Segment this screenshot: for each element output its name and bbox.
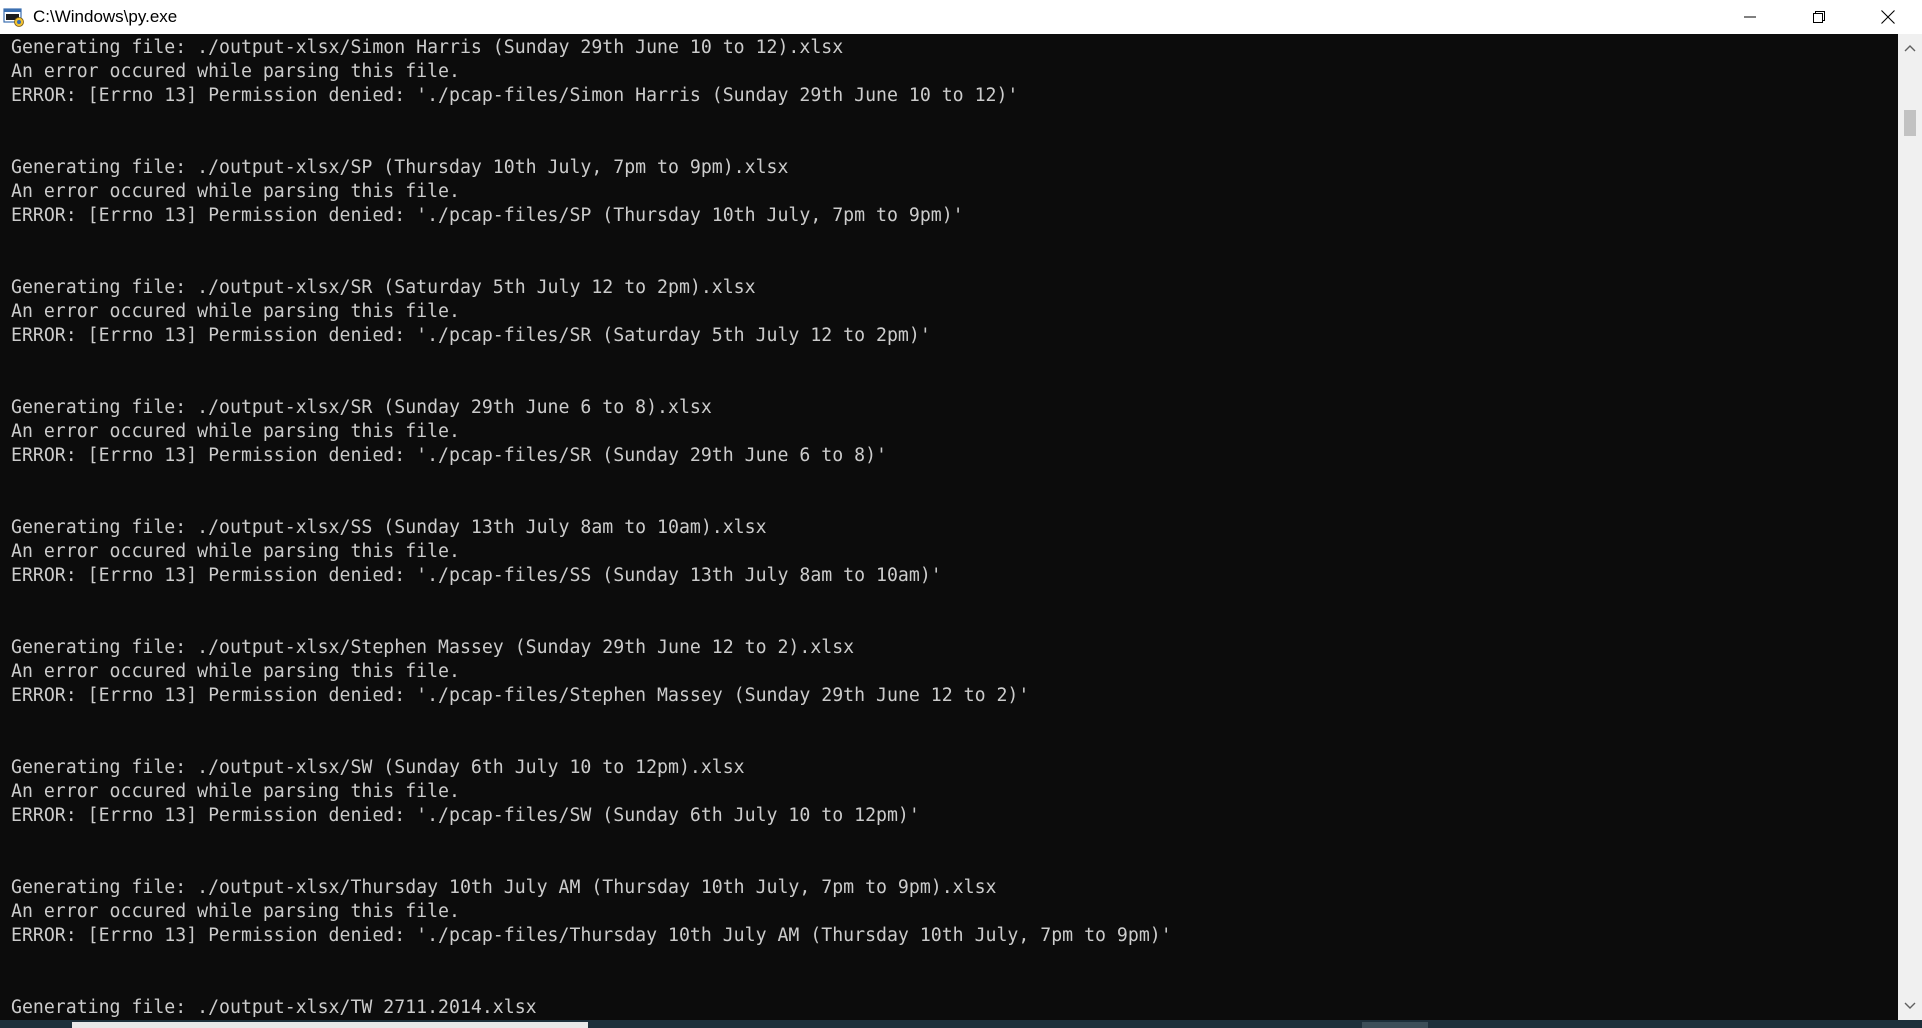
- console-line: Generating file: ./output-xlsx/SW (Sunda…: [11, 757, 745, 778]
- console-line: ERROR: [Errno 13] Permission denied: './…: [11, 85, 1019, 106]
- console-line: ERROR: [Errno 13] Permission denied: './…: [11, 325, 931, 346]
- console-line: Generating file: ./output-xlsx/TW 2711.2…: [11, 997, 537, 1018]
- restore-button[interactable]: [1784, 0, 1853, 34]
- console-line: Generating file: ./output-xlsx/SS (Sunda…: [11, 517, 767, 538]
- horizontal-scrollbar-thumb[interactable]: [72, 1022, 588, 1028]
- console-line: An error occured while parsing this file…: [11, 61, 460, 82]
- title-bar[interactable]: C:\Windows\py.exe: [0, 0, 1922, 34]
- python-console-icon[interactable]: [3, 6, 25, 28]
- scroll-down-arrow-icon: [1904, 1002, 1916, 1009]
- console-line: Generating file: ./output-xlsx/Stephen M…: [11, 637, 855, 658]
- vertical-scrollbar[interactable]: [1898, 34, 1922, 1020]
- scroll-down-button[interactable]: [1898, 994, 1922, 1018]
- scroll-up-arrow-icon: [1904, 45, 1916, 52]
- console-line: ERROR: [Errno 13] Permission denied: './…: [11, 685, 1030, 706]
- console-line: An error occured while parsing this file…: [11, 181, 460, 202]
- window-title: C:\Windows\py.exe: [33, 7, 178, 26]
- horizontal-scrollbar[interactable]: [0, 1020, 1922, 1028]
- minimize-icon: [1743, 16, 1756, 18]
- console-line: An error occured while parsing this file…: [11, 901, 460, 922]
- console-line: Generating file: ./output-xlsx/SR (Sunda…: [11, 397, 712, 418]
- scrollbar-thumb[interactable]: [1904, 110, 1916, 136]
- console-line: ERROR: [Errno 13] Permission denied: './…: [11, 565, 942, 586]
- console-line: Generating file: ./output-xlsx/Simon Har…: [11, 37, 844, 58]
- console-line: An error occured while parsing this file…: [11, 541, 460, 562]
- console-output[interactable]: Generating file: ./output-xlsx/Simon Har…: [0, 34, 1898, 1020]
- scroll-up-button[interactable]: [1898, 36, 1922, 60]
- close-icon: [1880, 10, 1895, 24]
- console-line: An error occured while parsing this file…: [11, 421, 460, 442]
- taskbar-indicator: [1362, 1022, 1428, 1028]
- console-line: ERROR: [Errno 13] Permission denied: './…: [11, 445, 887, 466]
- minimize-button[interactable]: [1715, 0, 1784, 34]
- console-text: Generating file: ./output-xlsx/Simon Har…: [11, 36, 1172, 1020]
- console-line: ERROR: [Errno 13] Permission denied: './…: [11, 805, 920, 826]
- console-line: An error occured while parsing this file…: [11, 661, 460, 682]
- console-line: Generating file: ./output-xlsx/SP (Thurs…: [11, 157, 789, 178]
- console-line: Generating file: ./output-xlsx/Thursday …: [11, 877, 997, 898]
- console-line: ERROR: [Errno 13] Permission denied: './…: [11, 205, 964, 226]
- console-line: An error occured while parsing this file…: [11, 781, 460, 802]
- console-line: ERROR: [Errno 13] Permission denied: './…: [11, 925, 1172, 946]
- close-button[interactable]: [1853, 0, 1922, 34]
- console-window: C:\Windows\py.exe Generating file: ./out…: [0, 0, 1922, 1028]
- console-line: Generating file: ./output-xlsx/SR (Satur…: [11, 277, 756, 298]
- restore-icon: [1812, 11, 1825, 23]
- console-line: An error occured while parsing this file…: [11, 301, 460, 322]
